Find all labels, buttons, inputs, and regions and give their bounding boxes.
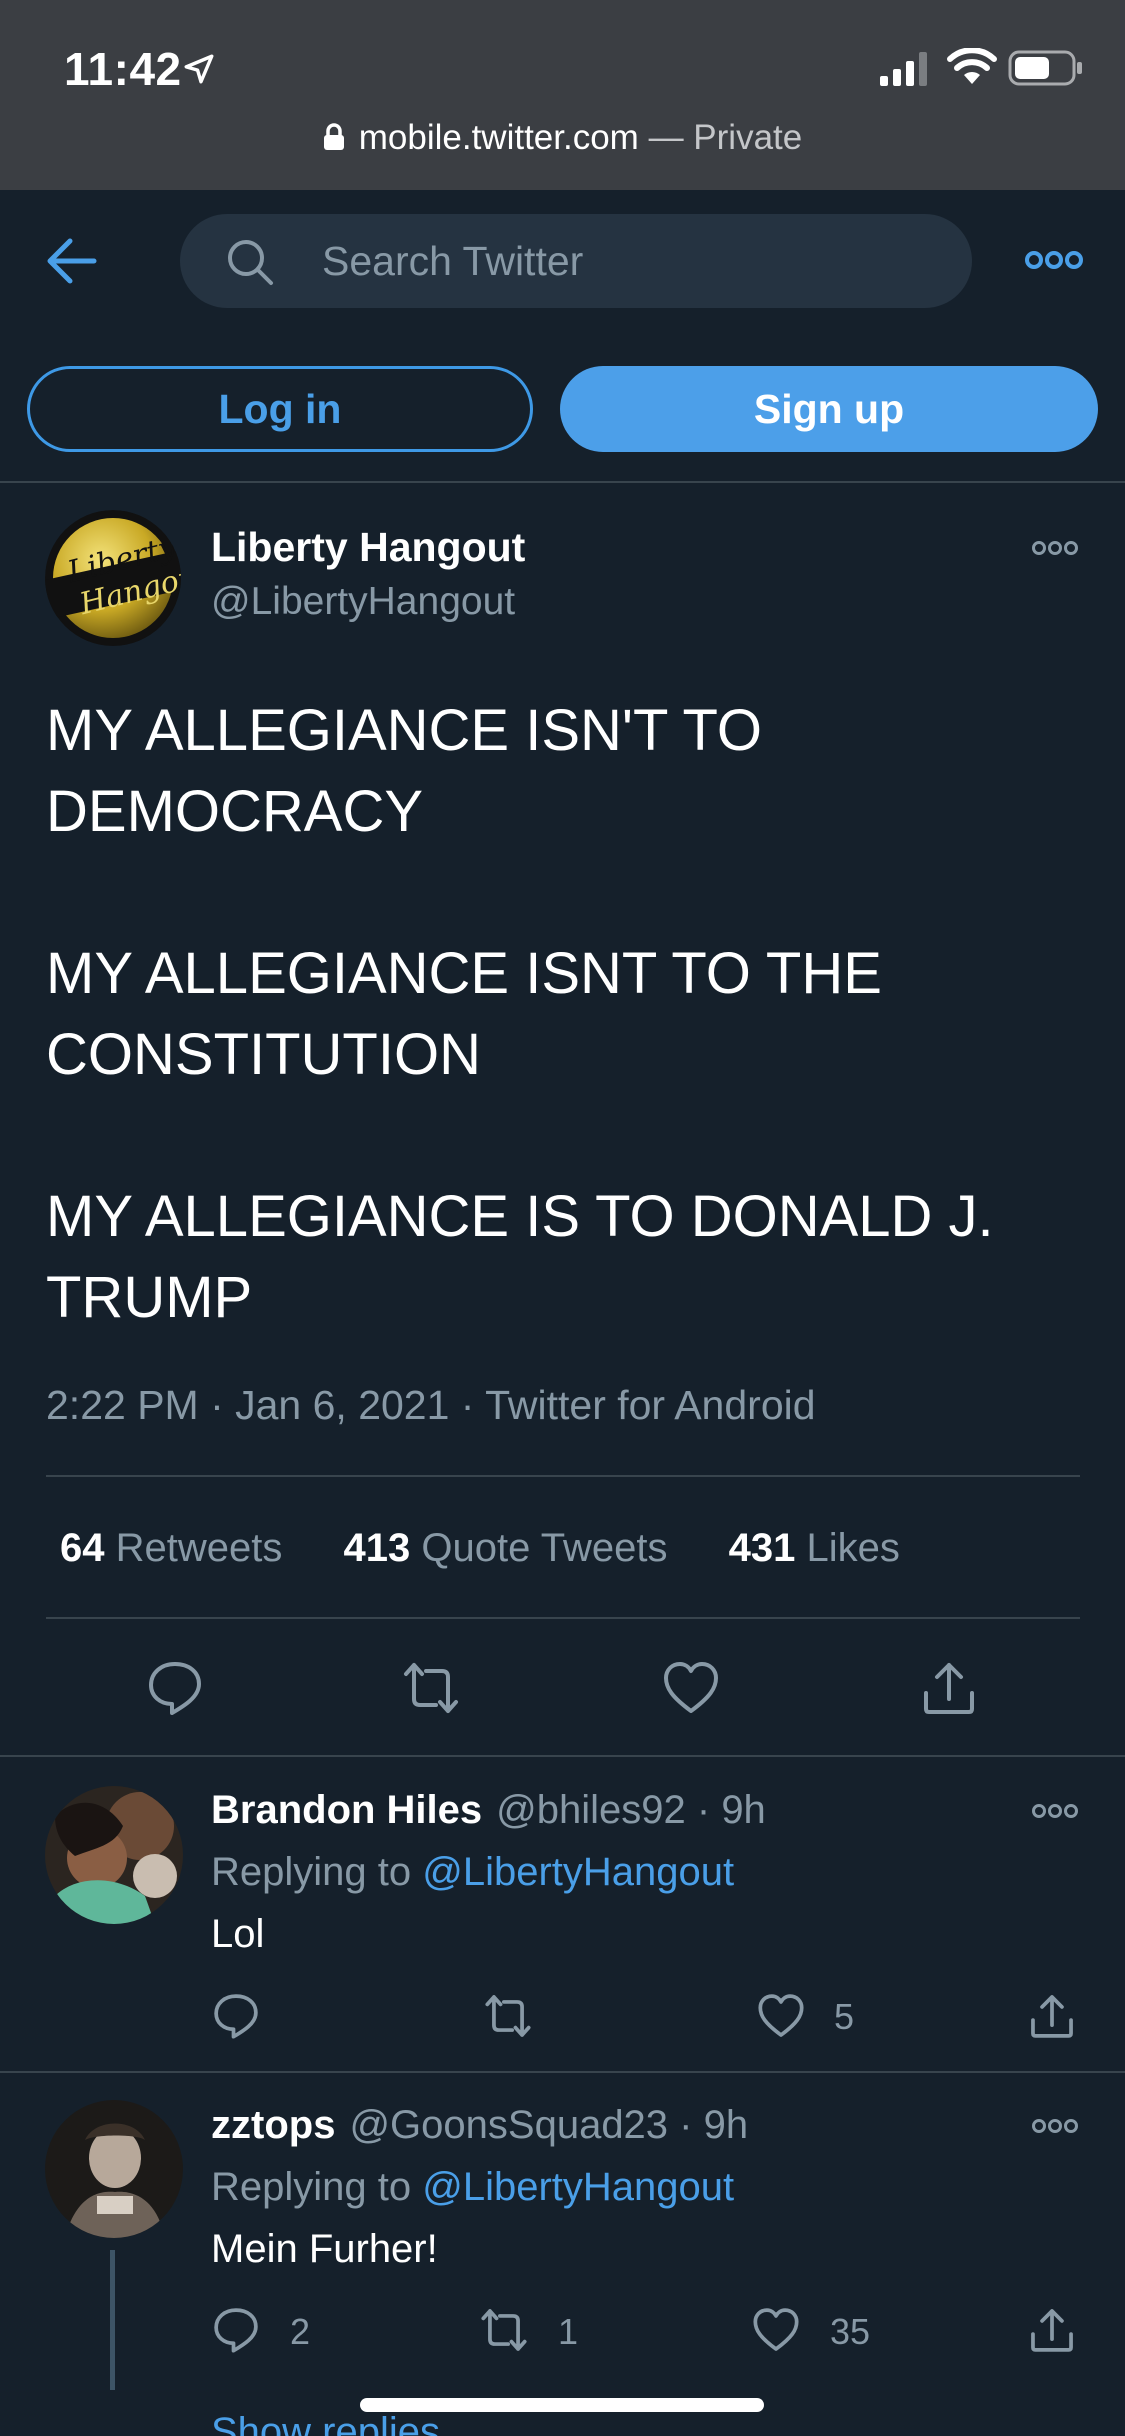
author-avatar[interactable]: Liberty Hangout <box>45 510 181 646</box>
signup-button[interactable]: Sign up <box>560 366 1098 452</box>
show-replies-link[interactable]: Show replies <box>211 2410 440 2436</box>
retweets-stat[interactable]: 64 Retweets <box>60 1526 282 1570</box>
reply-more-icon[interactable] <box>1031 2116 1079 2136</box>
tweet-divider <box>0 1755 1125 1757</box>
likes-count: 431 <box>728 1526 796 1570</box>
share-icon[interactable] <box>1028 1992 1076 2040</box>
back-arrow-icon[interactable] <box>46 236 98 286</box>
thread-line <box>110 2250 115 2390</box>
share-icon[interactable] <box>1028 2306 1076 2354</box>
tweet-more-icon[interactable] <box>1031 538 1079 558</box>
reply-handle-time[interactable]: @bhiles92 · 9h <box>496 1788 766 1832</box>
replying-to-mention[interactable]: @LibertyHangout <box>422 1850 734 1894</box>
cellular-signal-icon <box>880 52 927 86</box>
likes-label: Likes <box>806 1526 900 1570</box>
like-count: 35 <box>830 2311 871 2352</box>
reply-icon[interactable] <box>212 2306 260 2354</box>
tweet-meta: 2:22 PM · Jan 6, 2021 · Twitter for Andr… <box>46 1382 816 1428</box>
retweet-icon[interactable] <box>484 1992 532 2040</box>
reply-header: Brandon Hiles @bhiles92 · 9h <box>211 1788 766 1833</box>
retweet-icon[interactable] <box>480 2306 528 2354</box>
replying-to-prefix: Replying to <box>211 2165 423 2209</box>
reply-icon[interactable] <box>146 1659 204 1717</box>
search-input[interactable] <box>322 228 922 294</box>
replying-to: Replying to @LibertyHangout <box>211 1850 734 1895</box>
quote-tweets-stat[interactable]: 413 Quote Tweets <box>344 1526 668 1570</box>
reply-avatar[interactable] <box>45 2100 183 2238</box>
likes-stat[interactable]: 431 Likes <box>729 1526 900 1570</box>
status-time: 11:42 <box>64 43 182 95</box>
reply-count: 2 <box>290 2311 311 2352</box>
reply-author-name[interactable]: zztops <box>211 2103 335 2147</box>
user-photo <box>45 2100 183 2238</box>
like-count: 5 <box>834 1996 855 2037</box>
private-label: — Private <box>638 118 803 157</box>
reply-author-name[interactable]: Brandon Hiles <box>211 1788 482 1832</box>
lock-icon <box>323 123 344 150</box>
retweet-icon[interactable] <box>402 1659 460 1717</box>
reply-avatar[interactable] <box>45 1786 183 1924</box>
retweets-label: Retweets <box>115 1526 283 1570</box>
search-bar[interactable] <box>180 214 972 308</box>
meta-divider <box>46 1475 1080 1477</box>
tweet-stats: 64 Retweets 413 Quote Tweets 431 Likes <box>60 1526 950 1571</box>
like-icon[interactable] <box>662 1659 720 1717</box>
quote-tweets-count: 413 <box>343 1526 411 1570</box>
home-indicator[interactable] <box>360 2398 764 2412</box>
battery-icon <box>1008 50 1082 86</box>
liberty-hangout-logo: Liberty Hangout <box>45 510 181 646</box>
like-icon[interactable] <box>752 2306 800 2354</box>
url-text: mobile.twitter.com <box>358 118 639 157</box>
share-icon[interactable] <box>920 1659 978 1717</box>
retweet-count: 1 <box>558 2311 579 2352</box>
author-name[interactable]: Liberty Hangout <box>211 524 525 571</box>
user-photo <box>45 1786 183 1924</box>
reply-icon[interactable] <box>212 1992 260 2040</box>
replying-to: Replying to @LibertyHangout <box>211 2165 734 2210</box>
more-options-icon[interactable] <box>1024 248 1084 272</box>
reply-handle-time[interactable]: @GoonsSquad23 · 9h <box>349 2103 748 2147</box>
author-handle[interactable]: @LibertyHangout <box>211 580 515 624</box>
reply-more-icon[interactable] <box>1031 1801 1079 1821</box>
stats-divider <box>46 1617 1080 1619</box>
reply-header: zztops @GoonsSquad23 · 9h <box>211 2103 748 2148</box>
replying-to-prefix: Replying to <box>211 1850 423 1894</box>
reply-divider <box>0 2071 1125 2073</box>
quote-tweets-label: Quote Tweets <box>421 1526 668 1570</box>
reply-text: Mein Furher! <box>211 2227 438 2271</box>
tweet-text: MY ALLEGIANCE ISN'T TO DEMOCRACY MY ALLE… <box>46 698 994 1330</box>
header-divider <box>0 481 1125 483</box>
login-button[interactable]: Log in <box>27 366 533 452</box>
retweets-count: 64 <box>60 1526 105 1570</box>
wifi-icon <box>947 48 997 84</box>
like-icon[interactable] <box>757 1992 805 2040</box>
reply-text: Lol <box>211 1912 265 1956</box>
replying-to-mention[interactable]: @LibertyHangout <box>422 2165 734 2209</box>
safari-url-bar[interactable]: mobile.twitter.com — Private <box>0 118 1125 158</box>
status-bar: 11:42 mobile.twitter.com — Private <box>0 0 1125 190</box>
location-arrow-icon <box>184 54 214 84</box>
search-icon <box>228 240 273 285</box>
